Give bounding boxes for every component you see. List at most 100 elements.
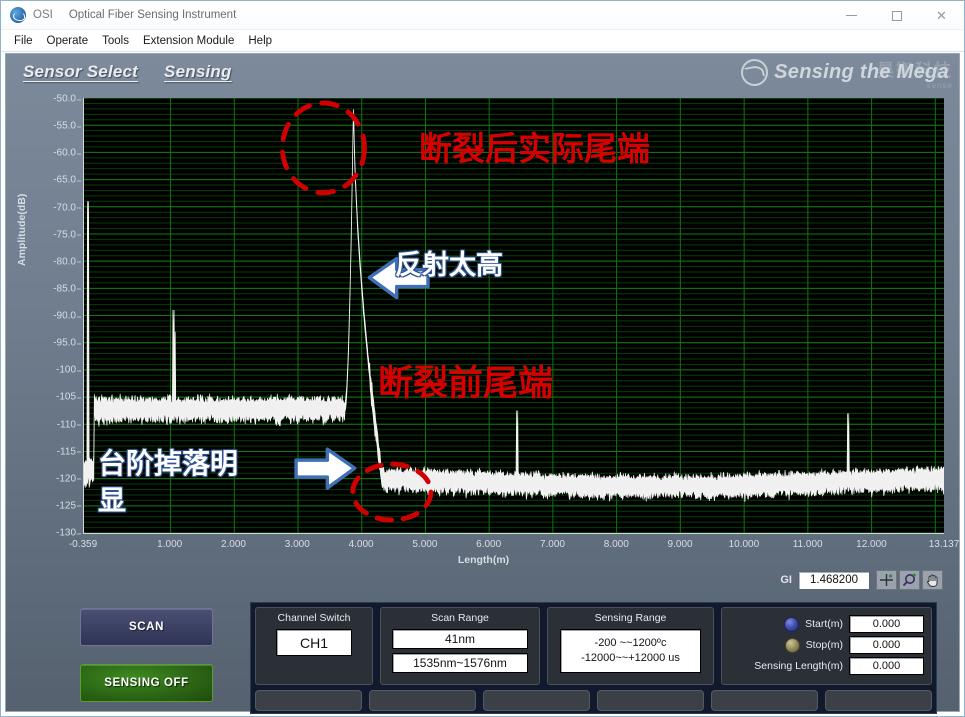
scan-range-span-value[interactable]: 41nm <box>392 629 528 649</box>
x-tick-label: 10.000 <box>729 539 760 550</box>
stop-label: Stop(m) <box>806 639 843 651</box>
x-axis-label: Length(m) <box>20 554 947 566</box>
channel-switch-value[interactable]: CH1 <box>276 629 352 656</box>
tab-sensing[interactable]: Sensing <box>164 62 232 82</box>
waveform-trace <box>84 109 944 502</box>
gi-value-field[interactable]: 1.468200 <box>798 571 870 590</box>
x-tick-label: 5.000 <box>412 539 437 550</box>
minimize-icon <box>846 15 857 16</box>
menu-item-file[interactable]: File <box>7 32 40 50</box>
panel-header: Sensor Select Sensing 昊衡科技 sense Sensing… <box>6 54 959 98</box>
app-logo-icon <box>10 7 26 23</box>
menu-bar: File Operate Tools Extension Module Help <box>1 30 964 52</box>
y-tick-label: -120 <box>56 473 76 484</box>
stop-value-field[interactable]: 0.000 <box>849 636 924 654</box>
graph-block: Amplitude(dB) -50.0-55.0-60.0-65.0-70.0-… <box>20 98 947 593</box>
sensing-length-label: Sensing Length(m) <box>754 660 843 672</box>
tab-slot[interactable] <box>255 690 362 711</box>
tab-slot[interactable] <box>369 690 476 711</box>
sensing-length-value-field[interactable]: 0.000 <box>849 657 924 675</box>
x-tick-label: 9.000 <box>668 539 693 550</box>
menu-item-help[interactable]: Help <box>241 32 279 50</box>
x-tick-label: 3.000 <box>285 539 310 550</box>
graph-tool-buttons <box>876 570 943 590</box>
x-tick-label: -0.359 <box>69 539 97 550</box>
x-tick-label: 4.000 <box>349 539 374 550</box>
window-controls: ✕ <box>829 1 964 30</box>
sensing-range-title: Sensing Range <box>595 612 667 624</box>
sensing-range-value[interactable]: -200 ~~1200ºc -12000~~+12000 us <box>560 629 701 673</box>
y-tick-label: -115 <box>57 446 76 457</box>
scan-button[interactable]: SCAN <box>80 608 213 646</box>
y-tick-label: -70.0 <box>53 202 76 213</box>
sensing-range-line1: -200 ~~1200ºc <box>595 636 667 651</box>
waveform-svg <box>84 98 944 533</box>
control-bar: SCAN SENSING OFF Channel Switch CH1 Scan… <box>20 602 947 717</box>
y-tick-label: -110 <box>57 419 76 430</box>
x-tick-label: 2.000 <box>221 539 246 550</box>
y-axis-ticks: -50.0-55.0-60.0-65.0-70.0-75.0-80.0-85.0… <box>34 98 80 534</box>
right-arrow-icon <box>296 449 355 488</box>
panel-tabs: Sensor Select Sensing <box>23 62 232 82</box>
scan-range-title: Scan Range <box>431 612 489 624</box>
main-body: Sensor Select Sensing 昊衡科技 sense Sensing… <box>1 53 964 716</box>
x-tick-label: 8.000 <box>604 539 629 550</box>
brand-logo: Sensing the Mega <box>741 59 949 86</box>
maximize-button[interactable] <box>874 1 919 30</box>
menu-item-extension-module[interactable]: Extension Module <box>136 32 241 50</box>
close-button[interactable]: ✕ <box>919 1 964 30</box>
y-tick-label: -60.0 <box>53 148 76 159</box>
start-marker-row: Start(m) 0.000 <box>729 615 924 633</box>
tab-slot[interactable] <box>597 690 704 711</box>
y-tick-label: -85.0 <box>53 283 76 294</box>
y-tick-label: -95.0 <box>53 338 76 349</box>
x-tick-label: 6.000 <box>476 539 501 550</box>
zoom-magnifier-icon[interactable] <box>899 570 920 590</box>
start-marker-icon[interactable] <box>784 617 799 632</box>
start-label: Start(m) <box>805 618 843 630</box>
gi-readout-row: GI 1.468200 <box>780 570 943 590</box>
application-window: OSI Optical Fiber Sensing Instrument ✕ F… <box>0 0 965 717</box>
y-tick-label: -90.0 <box>53 311 76 322</box>
pan-hand-icon[interactable] <box>922 570 943 590</box>
y-tick-label: -130 <box>56 528 76 539</box>
x-tick-label: 12.000 <box>856 539 887 550</box>
start-value-field[interactable]: 0.000 <box>849 615 924 633</box>
scan-range-wavelength-value[interactable]: 1535nm~1576nm <box>392 653 528 673</box>
x-tick-label: 11.000 <box>793 539 823 550</box>
group-markers: Start(m) 0.000 Stop(m) 0.000 Sensing Len… <box>721 607 932 685</box>
maximize-icon <box>892 11 902 21</box>
menu-item-tools[interactable]: Tools <box>95 32 136 50</box>
y-tick-label: -75.0 <box>53 229 76 240</box>
brand-text: Sensing the Mega <box>774 61 949 84</box>
tab-slot[interactable] <box>711 690 818 711</box>
plot-area[interactable]: 断裂后实际尾端 反射太高 断裂前尾端 台阶掉落明 显 <box>83 98 944 534</box>
brand-swoosh-icon <box>741 59 768 86</box>
stop-marker-icon[interactable] <box>785 638 800 653</box>
window-title: Optical Fiber Sensing Instrument <box>69 9 236 21</box>
left-arrow-icon <box>369 259 428 298</box>
instrument-panel: Sensor Select Sensing 昊衡科技 sense Sensing… <box>5 53 960 712</box>
tab-slot[interactable] <box>825 690 932 711</box>
app-abbreviation: OSI <box>33 9 53 21</box>
gi-label: GI <box>780 574 792 586</box>
settings-groups: Channel Switch CH1 Scan Range 41nm 1535n… <box>250 602 937 714</box>
channel-switch-title: Channel Switch <box>278 612 351 624</box>
close-icon: ✕ <box>936 8 947 24</box>
sensing-length-row: Sensing Length(m) 0.000 <box>729 657 924 675</box>
group-sensing-range: Sensing Range -200 ~~1200ºc -12000~~+120… <box>547 607 714 685</box>
minimize-button[interactable] <box>829 1 874 30</box>
y-tick-label: -65.0 <box>53 175 76 186</box>
y-tick-label: -125 <box>56 500 76 511</box>
x-tick-label: 1.000 <box>157 539 182 550</box>
y-axis-label: Amplitude(dB) <box>16 194 28 266</box>
tab-sensor-select[interactable]: Sensor Select <box>23 62 138 82</box>
tab-slot[interactable] <box>483 690 590 711</box>
title-bar: OSI Optical Fiber Sensing Instrument ✕ <box>1 1 964 30</box>
y-tick-label: -80.0 <box>53 256 76 267</box>
sensing-toggle-button[interactable]: SENSING OFF <box>80 664 213 702</box>
y-tick-label: -50.0 <box>53 94 76 105</box>
y-tick-label: -105 <box>56 392 76 403</box>
cursor-crosshair-icon[interactable] <box>876 570 897 590</box>
menu-item-operate[interactable]: Operate <box>40 32 96 50</box>
